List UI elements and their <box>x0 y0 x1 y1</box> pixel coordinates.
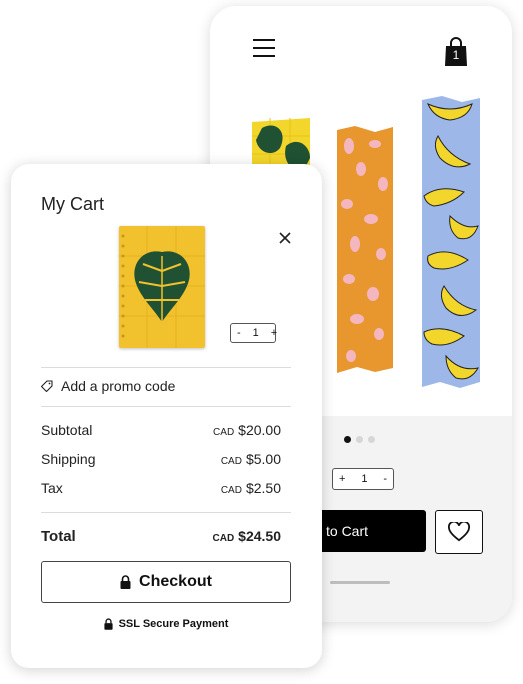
total-value: $24.50 <box>238 528 281 544</box>
promo-code-label: Add a promo code <box>61 378 176 394</box>
cart-quantity-increase-button[interactable]: + <box>265 327 283 339</box>
product-image-banana-tape[interactable] <box>420 96 482 388</box>
tax-label: Tax <box>41 480 63 496</box>
home-indicator <box>330 581 390 584</box>
cart-panel: My Cart - 1 + Add a promo code Subtotal … <box>11 164 322 668</box>
shipping-value: $5.00 <box>245 451 281 467</box>
tax-row: Tax CAD $2.50 <box>41 480 281 496</box>
subtotal-value: $20.00 <box>238 422 281 438</box>
lock-icon <box>120 575 131 589</box>
add-to-cart-label: to Cart <box>326 523 369 539</box>
product-quantity-stepper: + 1 - <box>332 468 394 490</box>
promo-code-link[interactable]: Add a promo code <box>41 378 175 394</box>
divider <box>41 512 291 513</box>
cart-quantity-value: 1 <box>252 327 259 339</box>
product-image-orange-tape[interactable] <box>335 124 395 374</box>
tax-value: $2.50 <box>245 480 281 496</box>
total-row: Total CAD $24.50 <box>41 528 281 545</box>
tag-icon <box>41 380 53 392</box>
cart-quantity-decrease-button[interactable]: - <box>231 327 247 339</box>
checkout-button[interactable]: Checkout <box>41 561 291 603</box>
menu-icon[interactable] <box>253 39 275 57</box>
shopping-bag-icon[interactable]: 1 <box>443 36 469 66</box>
quantity-increase-button[interactable]: + <box>333 473 351 485</box>
cart-quantity-stepper: - 1 + <box>230 323 277 343</box>
carousel-dot[interactable] <box>368 436 375 443</box>
cart-count-badge: 1 <box>452 48 460 62</box>
carousel-dot-active[interactable] <box>344 436 351 443</box>
lock-icon <box>103 618 113 630</box>
divider <box>41 406 291 407</box>
total-label: Total <box>41 528 76 545</box>
quantity-value: 1 <box>361 473 368 485</box>
secure-payment-note: SSL Secure Payment <box>41 618 291 630</box>
close-icon[interactable] <box>277 230 293 246</box>
checkout-label: Checkout <box>139 573 212 590</box>
carousel-indicator <box>344 430 380 443</box>
shipping-row: Shipping CAD $5.00 <box>41 451 281 467</box>
subtotal-currency: CAD <box>213 427 235 438</box>
subtotal-row: Subtotal CAD $20.00 <box>41 422 281 438</box>
tax-currency: CAD <box>220 485 242 496</box>
shipping-currency: CAD <box>220 456 242 467</box>
shipping-label: Shipping <box>41 451 96 467</box>
ssl-label: SSL Secure Payment <box>118 618 229 630</box>
total-currency: CAD <box>212 533 235 544</box>
product-thumbnail-notebook <box>119 226 205 348</box>
quantity-decrease-button[interactable]: - <box>377 473 393 485</box>
wishlist-button[interactable] <box>435 510 483 554</box>
heart-icon <box>448 522 470 542</box>
subtotal-label: Subtotal <box>41 422 93 438</box>
carousel-dot[interactable] <box>356 436 363 443</box>
cart-title: My Cart <box>41 194 104 214</box>
divider <box>41 367 291 368</box>
